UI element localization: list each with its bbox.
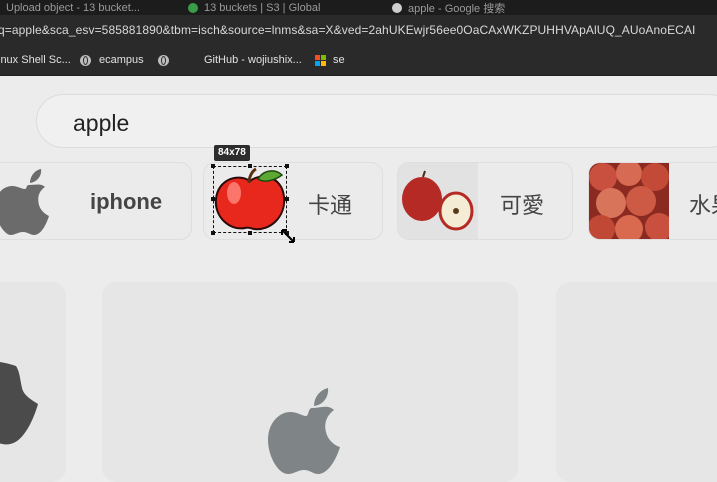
resize-handle[interactable] — [211, 197, 215, 201]
google-icon — [392, 2, 402, 13]
chip-iphone[interactable]: iphone — [0, 162, 192, 240]
bookmark-label: ecampus — [99, 54, 144, 66]
tab-label: Upload object - 13 bucket... — [6, 1, 140, 14]
selection-box[interactable] — [211, 164, 289, 235]
chip-fruit[interactable]: 水果 — [588, 162, 717, 240]
bookmark-github[interactable]: GitHub - wojiushix... — [204, 45, 302, 75]
fruit-apples-image — [589, 163, 669, 239]
selection-size-badge: 84x78 — [214, 145, 250, 161]
search-input[interactable]: apple — [36, 94, 717, 148]
bookmark-label: se — [333, 54, 345, 66]
bookmark-label: inux Shell Sc... — [0, 54, 71, 66]
chip-label: 水果 — [689, 193, 717, 218]
resize-cursor-icon — [281, 229, 295, 243]
chip-label: iphone — [90, 189, 163, 214]
resize-handle[interactable] — [285, 164, 289, 168]
resize-handle[interactable] — [285, 197, 289, 201]
url-text[interactable]: q=apple&sca_esv=585881890&tbm=isch&sourc… — [0, 23, 695, 37]
apple-logo-icon — [0, 169, 49, 235]
resize-handle[interactable] — [211, 231, 215, 235]
chip-label: 卡通 — [308, 193, 353, 218]
tab-label: apple - Google 搜索 — [408, 2, 506, 15]
globe-icon — [80, 54, 91, 66]
apple-logo-icon — [268, 388, 340, 474]
tab-google[interactable]: apple - Google 搜索 — [392, 0, 505, 15]
chip-cute[interactable]: 可愛 — [397, 162, 573, 240]
result-card[interactable] — [556, 282, 717, 482]
result-card[interactable] — [102, 282, 518, 482]
bookmark-unnamed[interactable] — [158, 45, 177, 75]
tab-upload[interactable]: Upload object - 13 bucket... — [6, 0, 140, 15]
tab-label: 13 buckets | S3 | Global — [204, 1, 321, 14]
cute-apple-image — [398, 163, 478, 239]
apple-logo-icon — [0, 362, 38, 445]
bookmark-label: GitHub - wojiushix... — [204, 54, 302, 66]
search-query[interactable]: apple — [73, 110, 129, 137]
address-bar[interactable]: q=apple&sca_esv=585881890&tbm=isch&sourc… — [0, 15, 717, 45]
aws-icon — [188, 2, 198, 13]
tab-s3[interactable]: 13 buckets | S3 | Global — [188, 0, 320, 15]
globe-icon — [158, 54, 169, 66]
windows-icon — [315, 54, 326, 66]
bookmarks-bar: inux Shell Sc... ecampus GitHub - wojius… — [0, 45, 717, 76]
resize-handle[interactable] — [248, 231, 252, 235]
bookmark-ecampus[interactable]: ecampus — [80, 45, 144, 75]
result-card[interactable] — [0, 282, 66, 482]
bookmark-linux-shell[interactable]: inux Shell Sc... — [0, 45, 71, 75]
tab-strip: Upload object - 13 bucket... 13 buckets … — [0, 0, 717, 15]
bookmark-se[interactable]: se — [315, 45, 345, 75]
chip-label: 可愛 — [500, 193, 545, 218]
resize-handle[interactable] — [248, 164, 252, 168]
resize-handle[interactable] — [211, 164, 215, 168]
